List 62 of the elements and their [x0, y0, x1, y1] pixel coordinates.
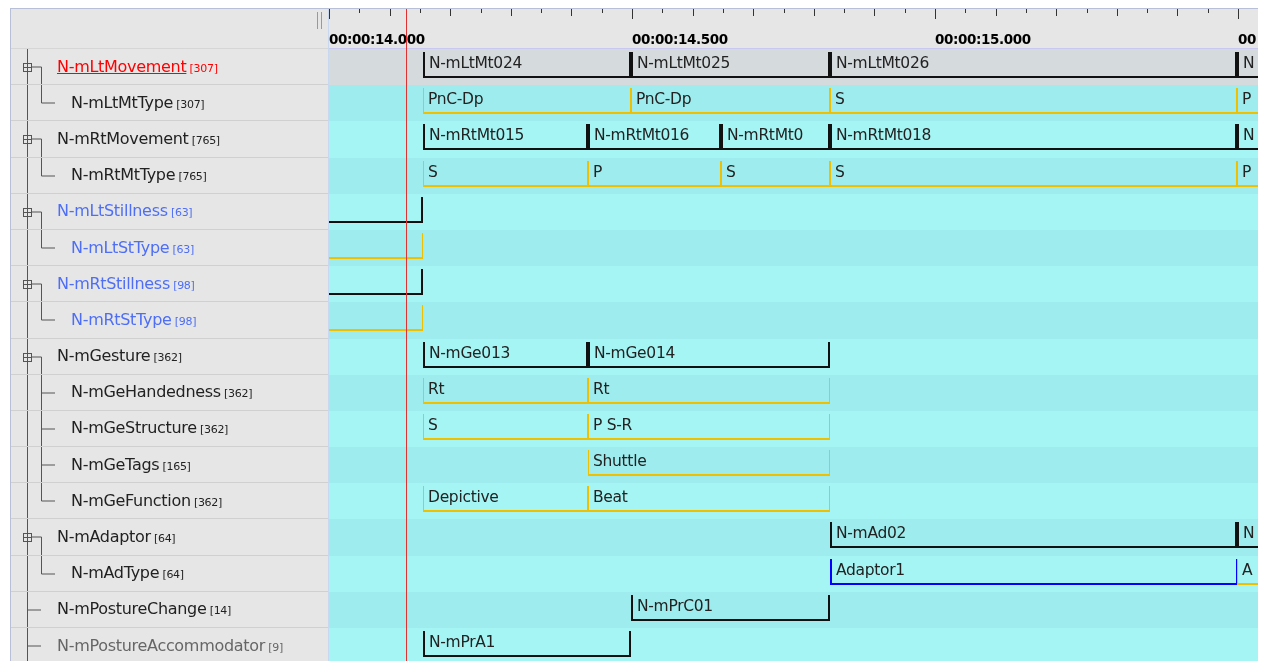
tier-name[interactable]: N-mRtMtType [765] [71, 165, 207, 188]
tier-name[interactable]: N-mPostureAccommodator [9] [57, 635, 283, 658]
annotation[interactable]: Beat [588, 486, 830, 513]
tier-name[interactable]: N-mLtMtType [307] [71, 92, 205, 115]
tier-name[interactable]: N-mAdaptor [64] [57, 527, 176, 550]
tier-name[interactable]: N-mLtStType [63] [71, 237, 194, 260]
annotation[interactable]: P S-R [588, 413, 830, 440]
expand-icon[interactable] [23, 135, 32, 145]
annotation[interactable]: Shuttle [588, 450, 830, 477]
splitter-handle[interactable] [317, 12, 322, 29]
annotation[interactable]: PnC-Dp [631, 88, 830, 115]
annotation[interactable]: N-mRtMt016 [588, 124, 721, 151]
expand-icon[interactable] [23, 280, 32, 290]
annotation[interactable]: N-mAd02 [830, 522, 1237, 549]
expand-icon[interactable] [23, 352, 32, 362]
annotation[interactable]: PnC-Dp [423, 88, 631, 115]
annotation[interactable]: N-mPrC01 [631, 594, 830, 621]
tier-name[interactable]: N-mAdType [64] [71, 563, 184, 586]
annotation[interactable]: A [1237, 558, 1258, 585]
annotation[interactable]: Rt [423, 377, 588, 404]
annotation[interactable]: Adaptor1 [830, 558, 1237, 585]
expand-icon[interactable] [23, 207, 32, 217]
tier-name[interactable]: N-mRtStillness [98] [57, 273, 195, 296]
annotation[interactable]: N-mRtMt018 [830, 124, 1237, 151]
annotation[interactable]: N-mLtMt025 [631, 52, 830, 78]
tier-name[interactable]: N-mLtStillness [63] [57, 201, 193, 224]
tier-name[interactable]: N-mGeStructure [362] [71, 418, 229, 441]
annotation[interactable]: S [830, 160, 1237, 187]
annotation[interactable]: N-mGe014 [588, 341, 830, 368]
time-label: 00:00:14.500 [632, 31, 728, 47]
tier-name[interactable]: N-mGeHandedness [362] [71, 382, 253, 405]
annotation[interactable]: Rt [588, 377, 830, 404]
time-label: 00:00:15.000 [935, 31, 1031, 47]
annotation[interactable]: S [830, 88, 1237, 115]
annotation[interactable]: S [423, 160, 588, 187]
annotation[interactable]: P [1237, 88, 1258, 115]
annotation[interactable]: N-mRtMt0 [721, 124, 830, 151]
annotation[interactable]: P [1237, 160, 1258, 187]
annotation[interactable]: N [1237, 124, 1258, 151]
tree-line [27, 628, 42, 661]
tier-name[interactable]: N-mRtStType [98] [71, 309, 197, 332]
tier-name[interactable]: N-mRtMovement [765] [57, 128, 220, 151]
tier-name[interactable]: N-mPostureChange [14] [57, 599, 232, 622]
tree-line [27, 410, 56, 447]
expand-icon[interactable] [23, 63, 32, 72]
tier-name[interactable]: N-mGeTags [165] [71, 454, 191, 477]
tree-line [27, 447, 56, 483]
time-label: 00 [1238, 31, 1256, 47]
annotation[interactable]: S [423, 413, 588, 440]
annotation[interactable]: Depictive [423, 486, 588, 513]
annotation[interactable]: P [588, 160, 721, 187]
tier-name[interactable]: N-mGeFunction [362] [71, 490, 222, 513]
annotation[interactable]: N-mGe013 [423, 341, 588, 368]
annotation[interactable]: N [1237, 52, 1258, 78]
annotation[interactable]: N-mLtMt026 [830, 52, 1237, 78]
annotation[interactable]: S [721, 160, 830, 187]
expand-icon[interactable] [23, 533, 32, 543]
annotation[interactable]: N-mLtMt024 [423, 52, 631, 78]
annotation[interactable]: N [1237, 522, 1258, 549]
tier-name[interactable]: N-mGesture [362] [57, 346, 182, 369]
annotation[interactable]: N-mRtMt015 [423, 124, 588, 151]
annotation[interactable]: N-mPrA1 [423, 631, 631, 657]
